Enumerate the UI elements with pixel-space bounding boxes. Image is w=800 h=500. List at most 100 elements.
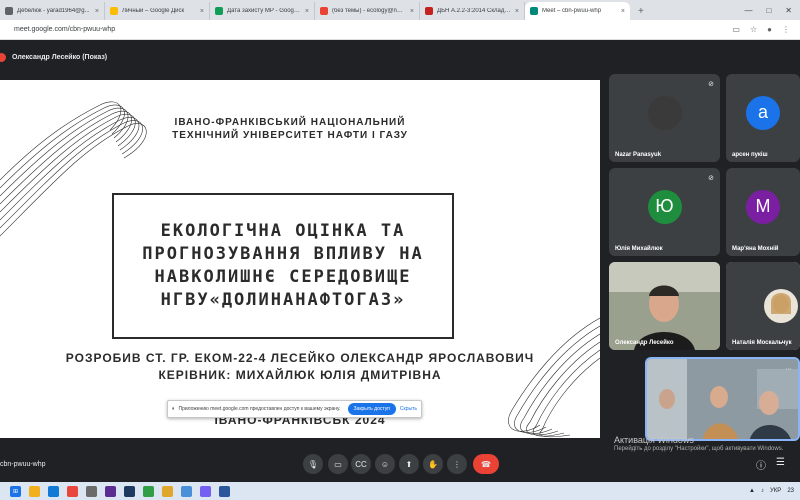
windows-activation-watermark: Активація Windows Перейдіть до розділу "… bbox=[614, 436, 783, 454]
app-icon[interactable] bbox=[143, 485, 154, 497]
stop-sharing-button[interactable]: Закрыть доступ bbox=[347, 403, 396, 415]
people-icon[interactable]: ☰ bbox=[776, 457, 785, 468]
camera-button[interactable]: ▭ bbox=[328, 454, 348, 474]
close-tab-icon[interactable]: × bbox=[200, 8, 204, 15]
chrome-browser-icon[interactable] bbox=[67, 485, 78, 497]
activation-hint: Перейдіть до розділу "Настройки", щоб ак… bbox=[614, 446, 784, 452]
participant-tile-oleksandr[interactable]: Олександр Лесейко bbox=[609, 262, 720, 350]
tab-title: ДБН А.2.2-3:2014 Склад та зм... bbox=[437, 8, 511, 14]
meet-favicon-icon bbox=[530, 7, 538, 15]
close-tab-icon[interactable]: × bbox=[305, 8, 309, 15]
screen-share-banner: ⏸ Приложению meet.google.com предоставле… bbox=[167, 400, 422, 418]
tab-title: Личный – Google Диск bbox=[122, 8, 185, 14]
url-field[interactable]: meet.google.com/cbn-pwuu-whp bbox=[0, 26, 115, 33]
new-tab-button[interactable]: + bbox=[630, 2, 652, 20]
activation-title: Активація Windows bbox=[614, 435, 694, 445]
participant-tile-maryana[interactable]: М Мар'яна Мохній bbox=[726, 168, 800, 256]
browser-tab-bar: Дебелюк - yarad1964@g... × Личный – Goog… bbox=[0, 0, 800, 20]
presenting-indicator-icon bbox=[0, 52, 6, 62]
participant-tile-nazar[interactable]: ⊘ Nazar Panasyuk bbox=[609, 74, 720, 162]
document-favicon-icon bbox=[425, 7, 433, 15]
participant-tile-yulia[interactable]: Ю ⊘ Юлія Михайлюк bbox=[609, 168, 720, 256]
language-indicator[interactable]: УКР bbox=[770, 488, 781, 494]
mic-muted-icon: ⊘ bbox=[708, 81, 714, 88]
presenter-bar: Олександр Лесейко (Показ) bbox=[0, 48, 107, 66]
presented-slide: ІВАНО-ФРАНКІВСЬКИЙ НАЦІОНАЛЬНИЙ ТЕХНІЧНИ… bbox=[0, 80, 600, 438]
present-button[interactable]: ⬆ bbox=[399, 454, 419, 474]
video-feed bbox=[609, 262, 720, 350]
drag-handle-icon[interactable]: ⏸ bbox=[172, 406, 175, 412]
clock[interactable]: 23 bbox=[787, 488, 794, 494]
raise-hand-button[interactable]: ✋ bbox=[423, 454, 443, 474]
avatar: М bbox=[746, 189, 780, 224]
word-icon[interactable] bbox=[219, 485, 230, 497]
participant-name: арсен пукіш bbox=[732, 152, 768, 158]
maximize-icon[interactable]: □ bbox=[766, 6, 771, 15]
avatar: а bbox=[746, 95, 780, 130]
microphone-button[interactable]: 🎙 bbox=[303, 454, 323, 474]
participant-name: Олександр Лесейко bbox=[615, 340, 674, 346]
participant-name: Юлія Михайлюк bbox=[615, 246, 663, 252]
app-icon[interactable] bbox=[124, 485, 135, 497]
share-banner-text: Приложению meet.google.com предоставлен … bbox=[178, 406, 341, 412]
avatar bbox=[647, 95, 682, 130]
sheets-favicon-icon bbox=[215, 7, 223, 15]
camera-icon[interactable]: ▭ bbox=[732, 25, 740, 34]
browser-tab-2[interactable]: Личный – Google Диск × bbox=[105, 2, 210, 20]
mic-muted-icon: ⊘ bbox=[708, 175, 714, 182]
more-options-icon[interactable]: ⋯ bbox=[785, 365, 792, 373]
meeting-code: cbn-pwuu-whp bbox=[0, 460, 46, 468]
star-icon[interactable]: ☆ bbox=[750, 25, 757, 34]
window-controls: — □ ✕ bbox=[744, 0, 800, 20]
slide-authors: РОЗРОБИВ СТ. ГР. ЕКОМ-22-4 ЛЕСЕЙКО ОЛЕКС… bbox=[0, 350, 600, 384]
close-tab-icon[interactable]: × bbox=[95, 8, 99, 15]
browser-tab-5[interactable]: ДБН А.2.2-3:2014 Склад та зм... × bbox=[420, 2, 525, 20]
close-tab-icon[interactable]: × bbox=[621, 8, 625, 15]
more-options-button[interactable]: ⋮ bbox=[447, 454, 467, 474]
volume-icon[interactable]: ♪ bbox=[761, 488, 764, 494]
browser-tab-1[interactable]: Дебелюк - yarad1964@g... × bbox=[0, 2, 105, 20]
file-explorer-icon[interactable] bbox=[29, 485, 40, 497]
tab-title: (без темы) - ecology@nung.e... bbox=[332, 8, 406, 14]
browser-tab-meet[interactable]: Meet – cbn-pwuu-whp × bbox=[525, 2, 630, 20]
address-bar: meet.google.com/cbn-pwuu-whp ▭ ☆ ● ⋮ bbox=[0, 20, 800, 40]
menu-icon[interactable]: ⋮ bbox=[782, 25, 790, 34]
participant-name: Наталія Москальчук bbox=[732, 340, 792, 346]
profile-icon[interactable]: ● bbox=[767, 25, 772, 34]
browser-tab-4[interactable]: (без темы) - ecology@nung.e... × bbox=[315, 2, 420, 20]
close-tab-icon[interactable]: × bbox=[410, 8, 414, 15]
app-icon[interactable] bbox=[162, 485, 173, 497]
drive-favicon-icon bbox=[110, 7, 118, 15]
participant-tile-arsen[interactable]: а арсен пукіш bbox=[726, 74, 800, 162]
app-icon[interactable] bbox=[86, 485, 97, 497]
self-view-tile[interactable]: ⋯ bbox=[645, 357, 800, 441]
leave-call-button[interactable]: ☎ bbox=[473, 454, 499, 474]
slide-title: ЕКОЛОГІЧНА ОЦІНКА ТА ПРОГНОЗУВАННЯ ВПЛИВ… bbox=[142, 221, 424, 310]
close-tab-icon[interactable]: × bbox=[515, 8, 519, 15]
author-line: РОЗРОБИВ СТ. ГР. ЕКОМ-22-4 ЛЕСЕЙКО ОЛЕКС… bbox=[65, 351, 535, 365]
windows-start-icon[interactable]: ⊞ bbox=[10, 485, 21, 497]
minimize-icon[interactable]: — bbox=[744, 6, 752, 15]
video-feed bbox=[726, 262, 800, 350]
participant-tile-nataliia[interactable]: Наталія Москальчук bbox=[726, 262, 800, 350]
store-icon[interactable] bbox=[105, 485, 116, 497]
app-icon[interactable] bbox=[181, 485, 192, 497]
gmail-favicon-icon bbox=[320, 7, 328, 15]
emoji-button[interactable]: ☺ bbox=[375, 454, 395, 474]
close-window-icon[interactable]: ✕ bbox=[785, 6, 792, 15]
edge-browser-icon[interactable] bbox=[48, 485, 59, 497]
presenter-label: Олександр Лесейко (Показ) bbox=[12, 53, 108, 61]
system-tray: ▲ ♪ УКР 23 bbox=[749, 488, 800, 494]
participant-name: Nazar Panasyuk bbox=[615, 152, 662, 158]
participant-name: Мар'яна Мохній bbox=[732, 246, 779, 252]
hide-banner-button[interactable]: Скрыть bbox=[400, 406, 417, 412]
video-feed bbox=[647, 359, 798, 439]
mail-favicon-icon bbox=[5, 7, 13, 15]
captions-button[interactable]: CC bbox=[351, 454, 371, 474]
network-icon[interactable]: ▲ bbox=[749, 488, 755, 494]
browser-tab-3[interactable]: Дата захисту МР - Google Tab... × bbox=[210, 2, 315, 20]
windows-taskbar: ⊞ ▲ ♪ УКР 23 bbox=[0, 482, 800, 500]
info-icon[interactable]: ⓘ bbox=[756, 457, 766, 472]
viber-icon[interactable] bbox=[200, 485, 211, 497]
browser-toolbar: ▭ ☆ ● ⋮ bbox=[732, 25, 800, 34]
